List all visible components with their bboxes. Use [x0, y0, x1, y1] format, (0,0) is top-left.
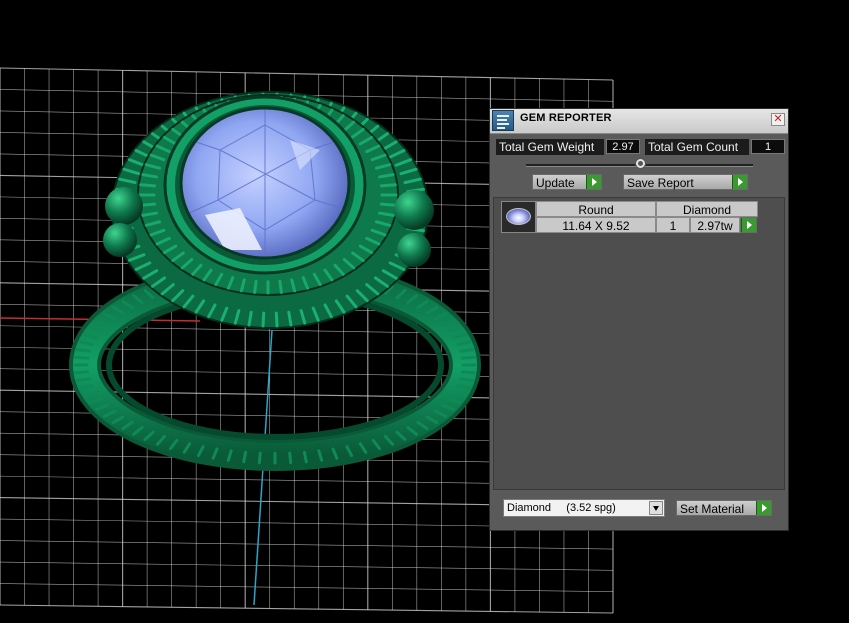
gem-material: Diamond [656, 201, 758, 217]
gem-row-go-button[interactable] [740, 217, 757, 233]
title-bar[interactable]: GEM REPORTER ✕ [490, 109, 788, 134]
total-gem-count-label: Total Gem Count [645, 139, 749, 155]
gemstone[interactable] [179, 106, 351, 260]
update-button-label: Update [536, 176, 575, 190]
update-button[interactable]: Update [532, 174, 602, 190]
gem-weight: 2.97tw [690, 217, 740, 233]
gem-list[interactable] [493, 197, 785, 490]
chevron-down-icon[interactable] [649, 501, 663, 515]
play-arrow-icon [741, 218, 756, 232]
set-material-button[interactable]: Set Material [676, 500, 772, 516]
play-arrow-icon [732, 175, 747, 189]
gem-reporter-icon [492, 110, 514, 131]
play-arrow-icon [586, 175, 601, 189]
gem-reporter-panel: GEM REPORTER ✕ Total Gem Weight 2.97 Tot… [489, 108, 789, 531]
oval-gem-icon [501, 201, 536, 233]
save-report-button[interactable]: Save Report [623, 174, 748, 190]
close-icon[interactable]: ✕ [771, 113, 785, 126]
gem-size: 11.64 X 9.52 [536, 217, 656, 233]
set-material-button-label: Set Material [680, 502, 745, 516]
save-report-button-label: Save Report [627, 176, 694, 190]
total-gem-weight-value: 2.97 [606, 139, 640, 154]
play-arrow-icon [756, 501, 771, 515]
total-gem-count-value: 1 [751, 139, 785, 154]
material-dropdown-value: Diamond (3.52 spg) [507, 502, 616, 514]
total-gem-weight-label: Total Gem Weight [496, 139, 604, 155]
splitter-knob-icon[interactable] [635, 158, 646, 169]
gem-shape: Round [536, 201, 656, 217]
panel-title: GEM REPORTER [520, 112, 612, 124]
gem-count: 1 [656, 217, 690, 233]
material-dropdown[interactable]: Diamond (3.52 spg) [503, 499, 665, 517]
